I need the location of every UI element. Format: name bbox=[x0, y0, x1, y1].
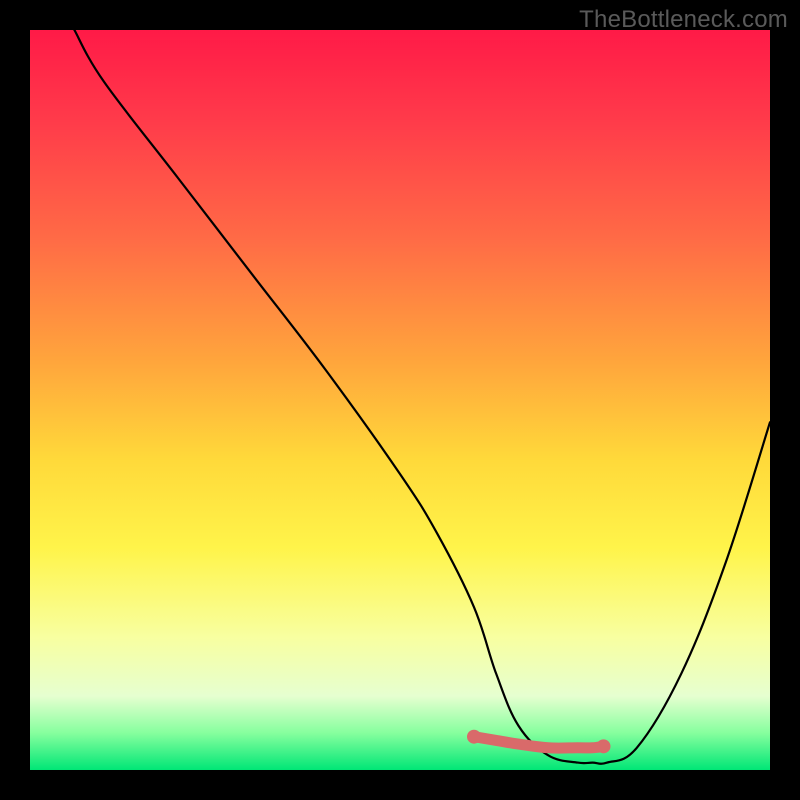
chart-frame: TheBottleneck.com bbox=[0, 0, 800, 800]
plot-area bbox=[30, 30, 770, 770]
highlight-dot-end bbox=[597, 739, 611, 753]
chart-svg bbox=[30, 30, 770, 770]
bottleneck-curve bbox=[74, 30, 770, 764]
highlight-segment bbox=[474, 737, 604, 748]
highlight-dot-start bbox=[467, 730, 481, 744]
